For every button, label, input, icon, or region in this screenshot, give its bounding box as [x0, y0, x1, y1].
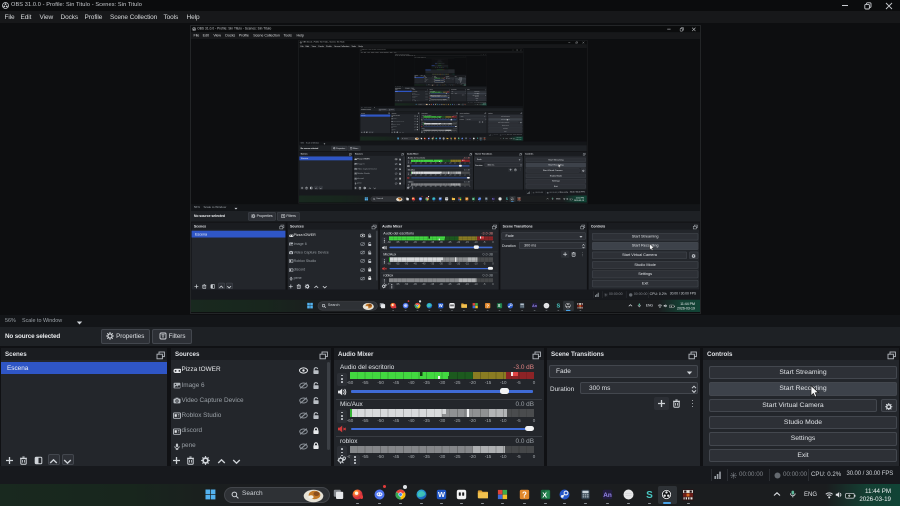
svg-text:An: An	[532, 304, 537, 308]
svg-text:S: S	[556, 304, 560, 309]
svg-text:An: An	[492, 198, 495, 201]
svg-text:?: ?	[522, 490, 527, 499]
svg-text:An: An	[603, 492, 612, 499]
svg-text:W: W	[438, 303, 442, 308]
svg-text:?: ?	[486, 303, 489, 308]
svg-text:W: W	[438, 490, 445, 499]
svg-text:S: S	[506, 197, 508, 201]
svg-text:X: X	[542, 490, 547, 499]
svg-text:X: X	[498, 303, 501, 308]
svg-text:S: S	[646, 490, 653, 500]
